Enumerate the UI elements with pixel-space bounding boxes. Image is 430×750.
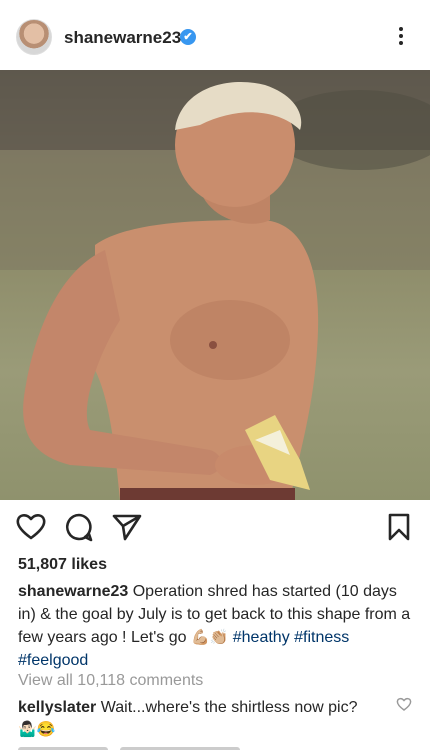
hashtag-feelgood[interactable]: #feelgood <box>18 652 88 669</box>
view-all-comments-link[interactable]: View all 10,118 comments <box>18 672 203 690</box>
caption-username[interactable]: shanewarne23 <box>18 583 128 600</box>
photo-illustration <box>0 70 430 500</box>
comment-like-icon[interactable] <box>396 697 412 711</box>
comment-username[interactable]: kellyslater <box>18 699 96 716</box>
post-caption: shanewarne23 Operation shred has started… <box>18 580 418 672</box>
hashtag-heathy[interactable]: #heathy <box>233 629 290 646</box>
send-icon[interactable] <box>112 513 142 541</box>
comment-icon[interactable] <box>64 512 94 542</box>
caption-emojis: 💪🏼👏🏼 <box>190 629 229 646</box>
post-header: shanewarne23 ✔ <box>0 0 430 72</box>
comment-emojis: 🤷🏻‍♂️😂 <box>18 721 56 738</box>
verified-badge-icon: ✔ <box>180 29 196 45</box>
post-action-bar <box>0 505 430 549</box>
post-username[interactable]: shanewarne23 <box>64 28 181 48</box>
comment-item: kellyslater Wait...where's the shirtless… <box>18 697 388 741</box>
more-options-icon[interactable] <box>390 24 412 52</box>
heart-icon[interactable] <box>16 512 46 540</box>
post-photo[interactable] <box>0 70 430 500</box>
likes-count[interactable]: 51,807 likes <box>18 556 107 574</box>
bookmark-icon[interactable] <box>387 512 411 542</box>
hashtag-fitness[interactable]: #fitness <box>294 629 349 646</box>
next-comment-partial <box>18 742 398 750</box>
user-avatar[interactable] <box>16 19 52 55</box>
comment-text: Wait...where's the shirtless now pic? <box>96 699 358 716</box>
